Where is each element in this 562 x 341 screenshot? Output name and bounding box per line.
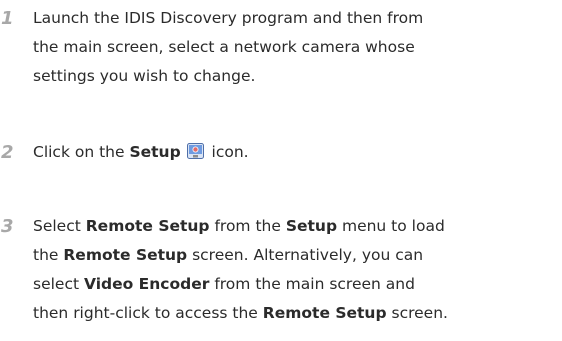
text-segment: then right-click to access the [33,304,263,322]
step-text: Click on the Setup icon. [33,138,561,167]
text-segment: Click on the [33,143,130,161]
text-line: Select Remote Setup from the Setup menu … [33,212,561,241]
text-line: select Video Encoder from the main scree… [33,270,561,299]
setup-label: Setup [129,143,181,161]
setup-icon [186,143,204,160]
bold-term: Remote Setup [85,217,210,235]
text-line: settings you wish to change. [33,67,256,85]
text-segment: screen. [386,304,448,322]
text-segment: select [33,275,84,293]
text-segment: icon. [206,143,249,161]
text-line: the main screen, select a network camera… [33,38,415,56]
text-segment: screen. Alternatively, you can [187,246,424,264]
step-text: Launch the IDIS Discovery program and th… [33,4,561,91]
text-line: then right-click to access the Remote Se… [33,299,561,328]
text-segment: Select [33,217,86,235]
bold-term: Video Encoder [83,275,210,293]
text-segment: menu to load [337,217,445,235]
text-segment: the [33,246,64,264]
bold-term: Remote Setup [63,246,188,264]
bold-term: Setup [285,217,338,235]
step-text: Select Remote Setup from the Setup menu … [33,212,561,328]
bold-term: Remote Setup [262,304,387,322]
step-number: 2 [1,142,14,163]
text-line: Launch the IDIS Discovery program and th… [33,9,424,27]
text-segment: from the [209,217,286,235]
text-segment: from the main screen and [209,275,415,293]
step-number: 3 [1,216,14,237]
step-number: 1 [1,8,14,29]
text-line: the Remote Setup screen. Alternatively, … [33,241,561,270]
